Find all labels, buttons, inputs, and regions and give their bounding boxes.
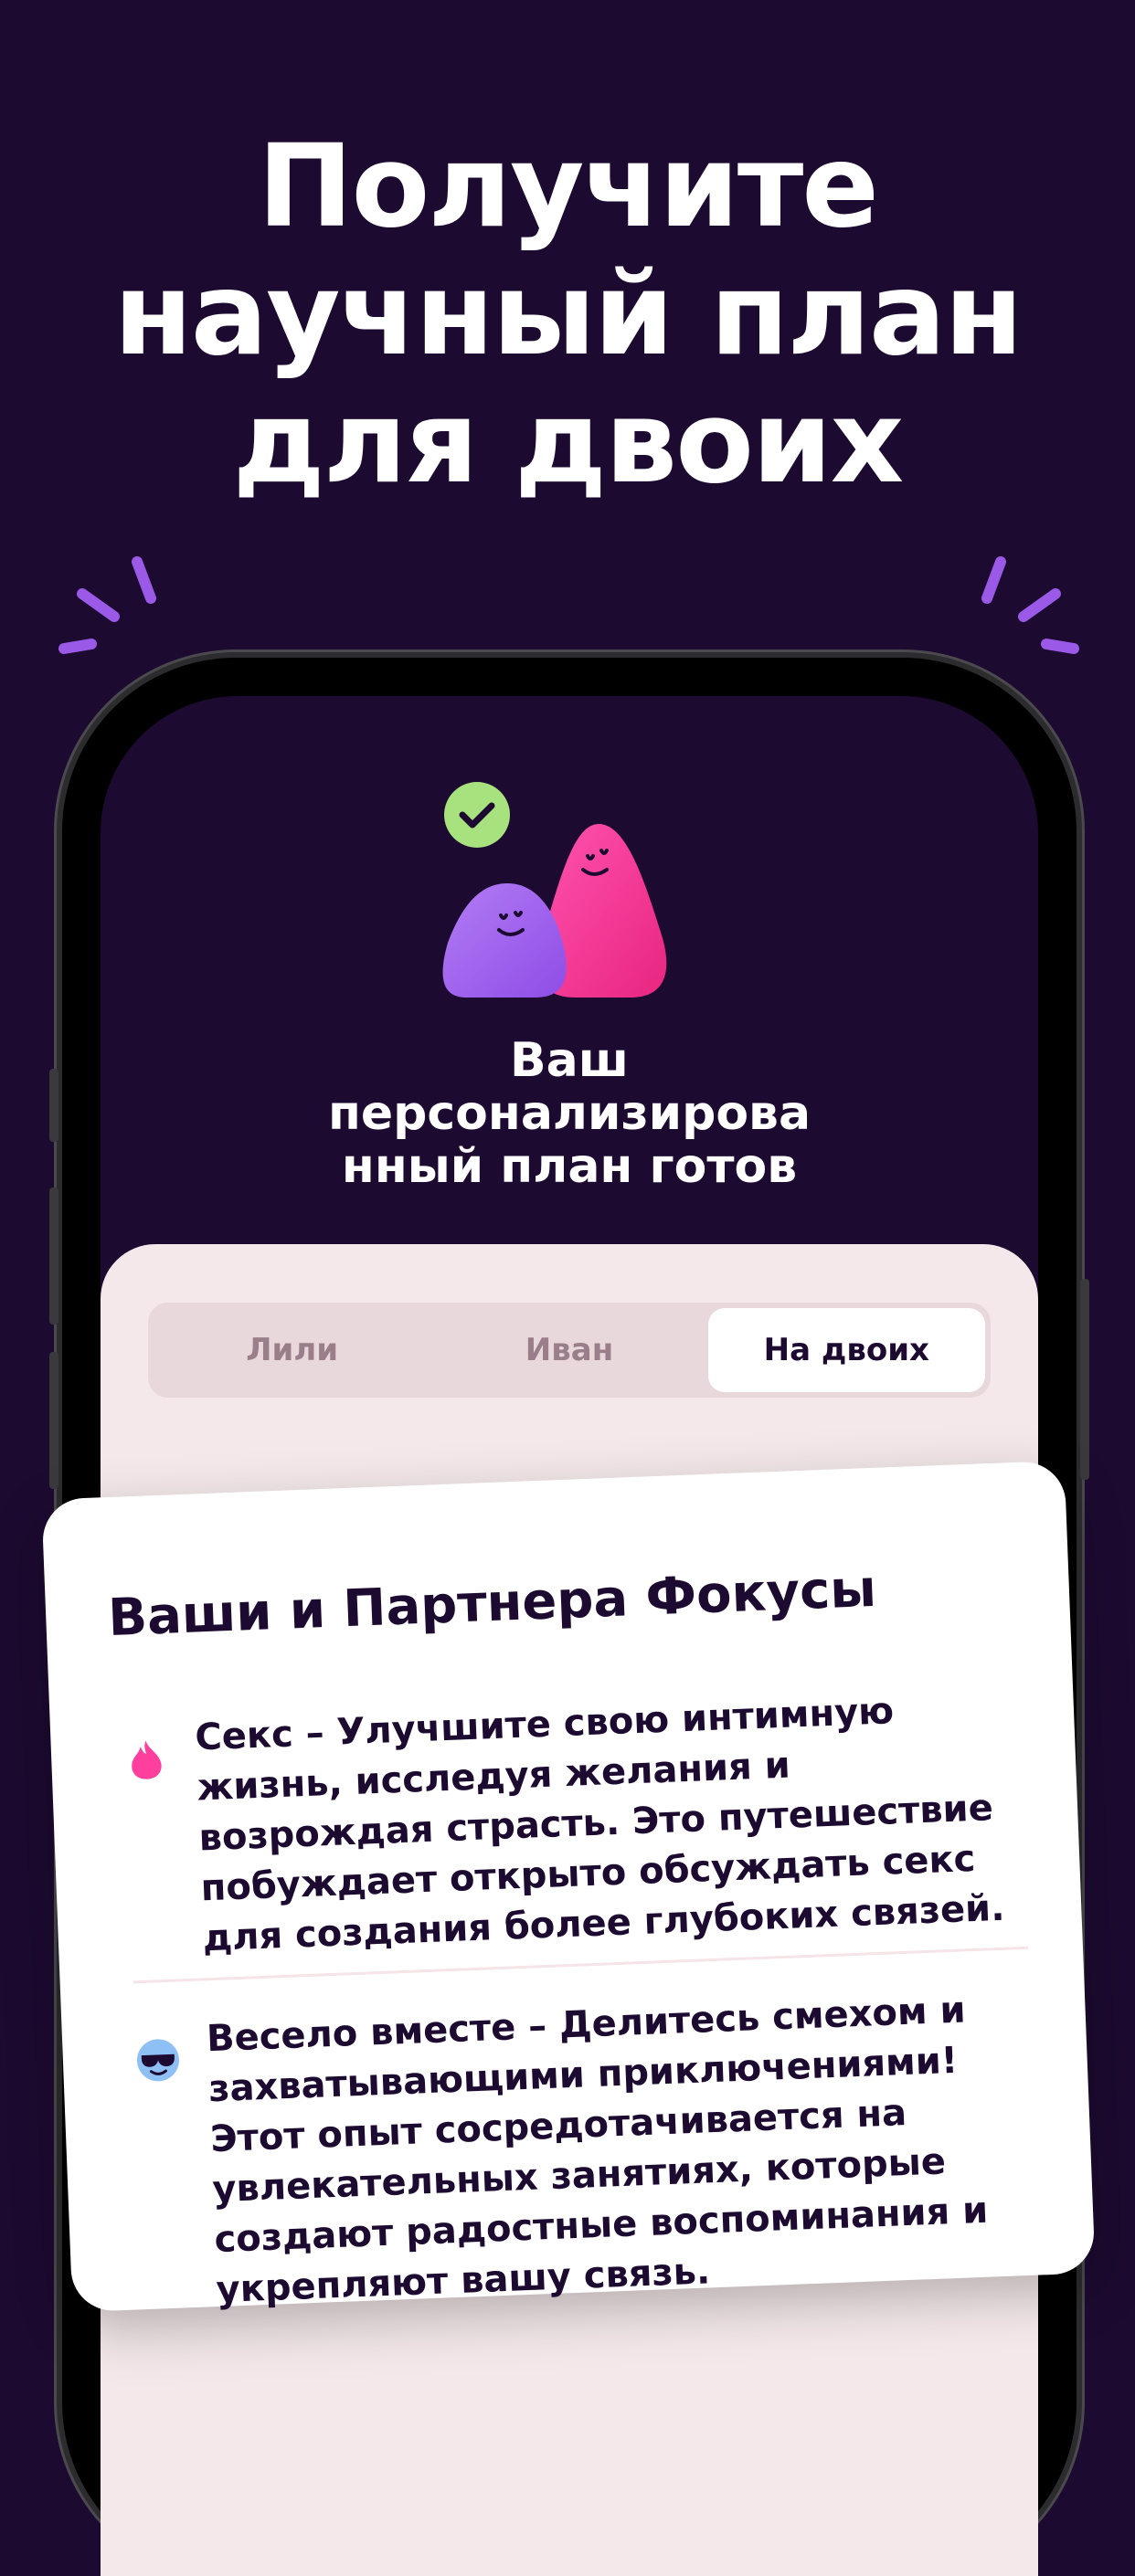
tab-lili[interactable]: Лили xyxy=(154,1308,430,1392)
person-segmented-control: Лили Иван На двоих xyxy=(148,1303,991,1398)
headline-line-2: научный план xyxy=(113,248,1023,381)
plan-ready-title: Ваш персонализирова нный план готов xyxy=(327,1033,811,1194)
couple-mascot-icon xyxy=(442,782,667,998)
headline-line-3: для двоих xyxy=(232,376,904,509)
focus-item-sex: Секс – Улучшите свою интимную жизнь, исс… xyxy=(122,1682,1027,1967)
tab-together[interactable]: На двоих xyxy=(707,1308,985,1392)
sparkle-right-icon xyxy=(981,556,1079,654)
headline: Получите научный план для двоих xyxy=(0,123,1135,507)
focus-card: Ваши и Партнера Фокусы Секс – Улучшите с… xyxy=(41,1460,1096,2313)
focus-item-fun: Весело вместе – Делитесь смехом и захват… xyxy=(134,1983,1041,2318)
headline-line-1: Получите xyxy=(257,121,879,253)
flame-icon xyxy=(132,1740,162,1779)
sparkle-left-icon xyxy=(58,556,156,654)
focus-card-title: Ваши и Партнера Фокусы xyxy=(107,1558,878,1649)
tab-ivan[interactable]: Иван xyxy=(430,1308,707,1392)
sunglasses-emoji-icon xyxy=(136,2039,179,2082)
